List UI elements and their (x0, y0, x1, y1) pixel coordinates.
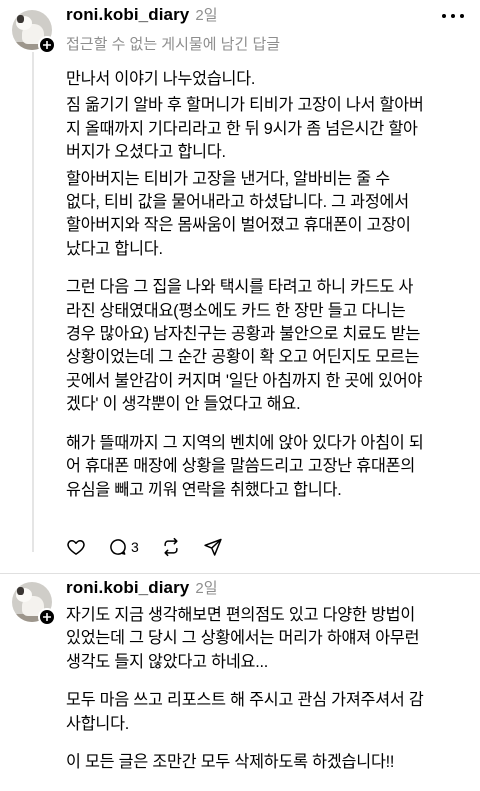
post-header: roni.kobi_diary 2일 (66, 4, 464, 28)
comment-icon (110, 539, 126, 555)
post-actions: 3 (66, 535, 245, 559)
body-line: 상황이었는데 그 순간 공황이 확 오고 어딘지도 모르는 (66, 348, 420, 367)
reply-count: 3 (131, 539, 139, 555)
repost-button[interactable] (161, 537, 181, 557)
avatar-container[interactable] (12, 10, 56, 54)
post-body: 자기도 지금 생각해보면 편의점도 있고 다양한 방법이 있었는데 그 당시 그… (66, 604, 464, 774)
body-line: 겠다' 이 생각뿐이 안 들었다고 해요. (66, 395, 301, 414)
body-line: 사합니다. (66, 714, 130, 733)
body-line: 자기도 지금 생각해보면 편의점도 있고 다양한 방법이 (66, 606, 416, 624)
body-line: 할아버지와 작은 몸싸움이 벌어졌고 휴대폰이 고장이 (66, 216, 411, 235)
reply-button[interactable]: 3 (108, 537, 139, 557)
post-content: roni.kobi_diary 2일 접근할 수 없는 게시물에 남긴 답글 만… (66, 4, 464, 502)
body-line: 만나서 이야기 나누었습니다. (66, 70, 256, 88)
body-line: 경우 많아요) 남자친구는 공황과 불안으로 치료도 받는 (66, 325, 421, 344)
thread-connector-line (32, 52, 34, 552)
username-link[interactable]: roni.kobi_diary (66, 578, 189, 598)
body-line: 유심을 빼고 끼워 연락을 취했다고 합니다. (66, 480, 342, 499)
body-line: 모두 마음 쓰고 리포스트 해 주시고 관심 가져주셔서 감 (66, 691, 424, 710)
repost-icon (164, 537, 178, 557)
send-icon (204, 538, 222, 556)
body-line: 났다고 합니다. (66, 239, 163, 258)
follow-plus-icon[interactable] (38, 608, 56, 626)
follow-plus-icon[interactable] (38, 36, 56, 54)
share-button[interactable] (203, 537, 223, 557)
post-header: roni.kobi_diary 2일 (66, 577, 464, 601)
post-divider (0, 573, 480, 574)
body-line: 이 모든 글은 조만간 모두 삭제하도록 하겠습니다!! (66, 753, 395, 772)
body-line: 버지가 오셨다고 합니다. (66, 143, 226, 162)
body-line: 라진 상태였대요(평소에도 카드 한 장만 들고 다니는 (66, 301, 406, 320)
body-line: 해가 뜰때까지 그 지역의 벤치에 앉아 있다가 아침이 되 (66, 433, 424, 452)
post-time: 2일 (195, 580, 218, 597)
body-line: 없다, 티비 값을 물어내라고 하셨답니다. 그 과정에서 (66, 193, 409, 212)
avatar-container[interactable] (12, 582, 56, 626)
username-link[interactable]: roni.kobi_diary (66, 5, 189, 25)
post-content: roni.kobi_diary 2일 자기도 지금 생각해보면 편의점도 있고 … (66, 577, 464, 774)
body-line: 짐 옮기기 알바 후 할머니가 티비가 고장이 나서 할아버 (66, 96, 424, 115)
heart-icon (67, 540, 85, 555)
body-line: 할아버지는 티비가 고장을 낸거다, 알바비는 줄 수 (66, 169, 390, 188)
post-body: 만나서 이야기 나누었습니다. 짐 옮기기 알바 후 할머니가 티비가 고장이 … (66, 68, 464, 502)
body-line: 생각도 들지 않았다고 하네요... (66, 652, 269, 671)
body-line: 지 올때까지 기다리라고 한 뒤 9시가 좀 넘은시간 할아 (66, 119, 418, 138)
reply-context-note: 접근할 수 없는 게시물에 남긴 답글 (66, 36, 281, 53)
like-button[interactable] (66, 537, 86, 557)
post-time: 2일 (195, 7, 218, 24)
body-line: 어 휴대폰 매장에 상황을 말씀드리고 고장난 휴대폰의 (66, 457, 416, 476)
body-line: 그런 다음 그 집을 나와 택시를 타려고 하니 카드도 사 (66, 278, 414, 297)
body-line: 곳에서 불안감이 커지며 '일단 아침까지 한 곳에 있어야 (66, 371, 423, 390)
more-options-icon[interactable] (442, 7, 464, 25)
body-line: 있었는데 그 당시 그 상황에서는 머리가 하얘져 아무런 (66, 629, 420, 648)
